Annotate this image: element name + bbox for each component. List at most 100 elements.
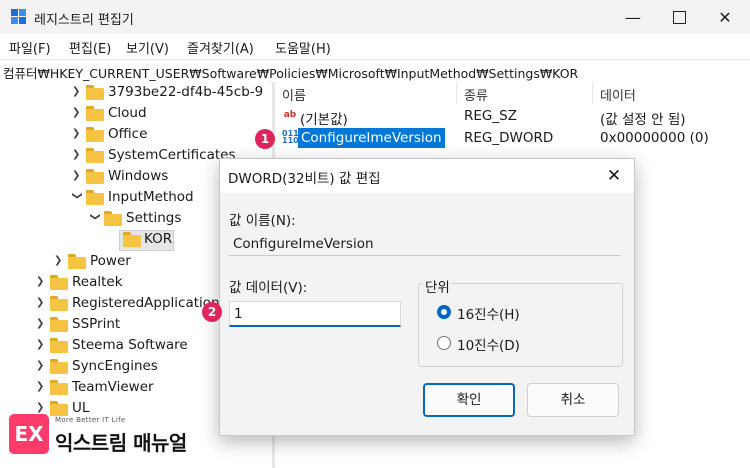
tree-item-label: RegisteredApplication — [72, 295, 220, 311]
value-data-text: 1 — [234, 306, 243, 322]
chevron-right-icon[interactable]: ❯ — [72, 149, 82, 160]
tree-item-kor-selected[interactable]: KOR — [119, 230, 174, 251]
tree-item[interactable]: ❯ Office — [72, 125, 262, 146]
chevron-down-icon[interactable]: ❯ — [72, 192, 83, 202]
chevron-right-icon[interactable]: ❯ — [72, 170, 82, 181]
chevron-right-icon[interactable]: ❯ — [36, 381, 46, 392]
folder-icon — [50, 296, 68, 311]
value-row-default[interactable]: ab (기본값) REG_SZ (값 설정 안 됨) — [276, 106, 750, 128]
dword-value-icon: 011 110 — [282, 129, 299, 145]
brand-name: 익스트림 매뉴얼 — [55, 431, 187, 455]
menu-bar: 파일(F) 편집(E) 보기(V) 즐겨찾기(A) 도움말(H) — [0, 36, 750, 58]
folder-icon — [123, 232, 141, 247]
folder-icon — [86, 127, 104, 142]
folder-icon — [86, 106, 104, 121]
tree-item[interactable]: ❯ Cloud — [72, 104, 262, 125]
window-titlebar: 레지스트리 편집기 — ✕ — [0, 0, 750, 34]
tree-item-label: KOR — [144, 231, 173, 247]
chevron-down-icon[interactable]: ❯ — [90, 213, 101, 223]
chevron-right-icon[interactable]: ❯ — [72, 128, 82, 139]
column-header-name[interactable]: 이름 — [282, 85, 306, 107]
radio-hexadecimal[interactable] — [437, 305, 451, 319]
tree-item-label: Cloud — [108, 105, 147, 121]
column-header-type[interactable]: 종류 — [464, 85, 488, 107]
radio-hexadecimal-label[interactable]: 16진수(H) — [457, 303, 520, 323]
address-bar[interactable]: 컴퓨터₩HKEY_CURRENT_USER₩Software₩Policies₩… — [0, 59, 750, 83]
maximize-icon — [672, 10, 686, 24]
step-badge-1: 1 — [255, 129, 275, 149]
tree-item-label: Power — [90, 253, 131, 269]
dialog-title: DWORD(32비트) 값 편집 — [228, 171, 381, 187]
chevron-right-icon[interactable]: ❯ — [36, 297, 46, 308]
tree-item-label: Steema Software — [72, 337, 188, 353]
tree-item-label: InputMethod — [108, 189, 194, 205]
tree-item-label: Settings — [126, 210, 182, 226]
chevron-right-icon[interactable]: ❯ — [72, 86, 82, 97]
base-group-label: 단위 — [423, 276, 452, 296]
radio-decimal-label[interactable]: 10진수(D) — [457, 334, 520, 354]
folder-icon — [86, 169, 104, 184]
tree-item-label: Realtek — [72, 274, 123, 290]
tree-item-label: Office — [108, 126, 148, 142]
edit-dword-dialog: DWORD(32비트) 값 편집 ✕ 값 이름(N): ConfigureIme… — [219, 158, 635, 436]
menu-file[interactable]: 파일(F) — [9, 38, 51, 57]
folder-icon — [50, 380, 68, 395]
value-type: REG_DWORD — [464, 130, 554, 146]
brand-tagline: More Better IT Life — [55, 416, 126, 424]
chevron-right-icon[interactable]: ❯ — [36, 402, 46, 413]
chevron-right-icon[interactable]: ❯ — [36, 339, 46, 350]
folder-icon — [50, 359, 68, 374]
chevron-right-icon[interactable]: ❯ — [36, 360, 46, 371]
value-data: 0x00000000 (0) — [600, 130, 709, 146]
tree-item-label: SyncEngines — [72, 358, 158, 374]
brand-logo: EX — [9, 414, 49, 454]
value-name-label: 값 이름(N): — [229, 213, 296, 229]
registry-editor-app-icon — [11, 9, 27, 25]
folder-icon — [50, 275, 68, 290]
value-data-input[interactable]: 1 — [229, 301, 401, 327]
folder-icon — [68, 254, 86, 269]
folder-icon — [86, 85, 104, 100]
value-type: REG_SZ — [464, 108, 517, 124]
menu-help[interactable]: 도움말(H) — [275, 38, 331, 57]
cancel-button[interactable]: 취소 — [527, 383, 619, 417]
dialog-titlebar: DWORD(32비트) 값 편집 ✕ — [220, 159, 634, 193]
value-data-label: 값 데이터(V): — [229, 280, 308, 296]
menu-edit[interactable]: 편집(E) — [69, 38, 111, 57]
chevron-right-icon[interactable]: ❯ — [72, 107, 82, 118]
chevron-right-icon[interactable]: ❯ — [36, 276, 46, 287]
folder-open-icon — [86, 190, 104, 205]
tree-item[interactable]: ❯ 3793be22-df4b-45cb-9 — [72, 83, 264, 104]
menu-favorites[interactable]: 즐겨찾기(A) — [187, 38, 254, 57]
column-separator[interactable] — [592, 82, 593, 104]
string-value-icon: ab — [283, 110, 297, 120]
value-name-text: ConfigureImeVersion — [233, 236, 374, 252]
chevron-right-icon[interactable]: ❯ — [36, 318, 46, 329]
close-button[interactable]: ✕ — [702, 0, 748, 34]
tree-item-label: 3793be22-df4b-45cb-9 — [108, 84, 264, 100]
ok-button[interactable]: 확인 — [423, 383, 515, 417]
minimize-button[interactable]: — — [610, 0, 656, 34]
chevron-right-icon[interactable]: ❯ — [54, 255, 64, 266]
tree-item-label: SSPrint — [72, 316, 121, 332]
column-header-data[interactable]: 데이터 — [600, 85, 636, 107]
folder-icon — [50, 338, 68, 353]
tree-item-label: SystemCertificates — [108, 147, 236, 163]
radio-decimal[interactable] — [437, 336, 451, 350]
folder-icon — [86, 148, 104, 163]
tree-item-label: Windows — [108, 168, 169, 184]
maximize-button[interactable] — [656, 0, 702, 34]
value-data: (값 설정 안 됨) — [600, 112, 686, 128]
dialog-close-button[interactable]: ✕ — [600, 162, 628, 190]
step-badge-2: 2 — [202, 302, 222, 322]
column-separator[interactable] — [456, 82, 457, 104]
value-name: (기본값) — [300, 112, 348, 128]
menu-view[interactable]: 보기(V) — [126, 38, 169, 57]
value-row-configureimeversion[interactable]: 011 110 ConfigureImeVersion REG_DWORD 0x0… — [276, 128, 750, 149]
tree-item-label: TeamViewer — [72, 379, 154, 395]
address-path: 컴퓨터₩HKEY_CURRENT_USER₩Software₩Policies₩… — [3, 66, 579, 81]
window-title: 레지스트리 편집기 — [34, 13, 134, 28]
folder-open-icon — [104, 211, 122, 226]
brand-watermark: EX More Better IT Life 익스트림 매뉴얼 — [9, 414, 199, 458]
value-name-field: ConfigureImeVersion — [229, 233, 621, 256]
